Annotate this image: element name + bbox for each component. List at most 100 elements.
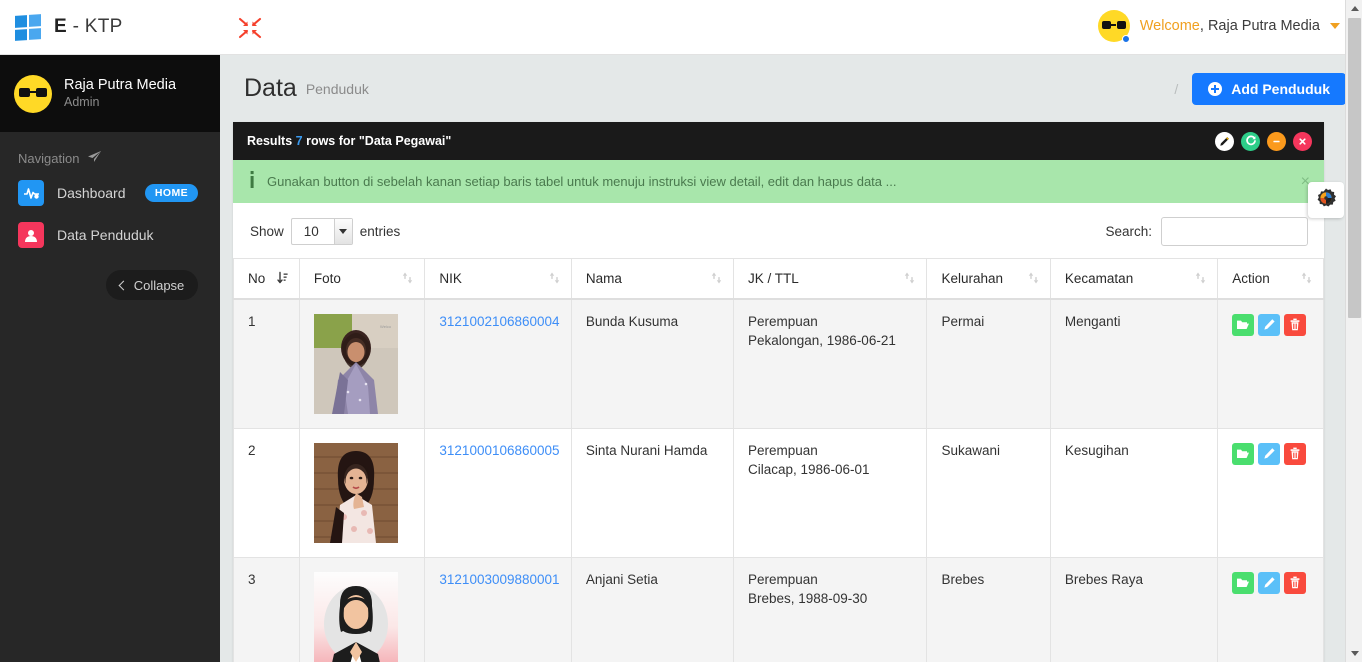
chevron-left-icon [118,280,129,290]
page-header: Data Penduduk / Add Penduduk [220,55,1362,122]
column-header-no[interactable]: No [233,258,300,300]
page-subtitle: Penduduk [305,80,369,97]
column-header-nik[interactable]: NIK [424,258,572,300]
sidebar-user-name: Raja Putra Media [64,77,177,93]
edit-button[interactable] [1258,313,1281,336]
panel-close-tool[interactable] [1293,131,1312,151]
column-label-action: Action [1232,270,1270,286]
sidebar-user-role: Admin [64,95,100,109]
search-input[interactable] [1161,217,1308,246]
panel-title-prefix: Results [247,134,293,148]
column-header-kelurahan[interactable]: Kelurahan [926,258,1051,300]
sidebar-collapse-button[interactable]: Collapse [106,270,198,300]
panel-title: Results 7 rows for "Data Pegawai" [247,134,451,148]
welcome-username: Raja Putra Media [1207,18,1320,34]
show-label: Show [250,224,284,239]
entries-label: entries [359,224,401,239]
sidebar: Raja Putra Media Admin Navigation Dashbo… [0,55,220,662]
sidebar-collapse-label: Collapse [133,277,185,293]
scrollbar-thumb[interactable] [1348,18,1361,318]
cell-kecamatan: Brebes Raya [1049,556,1219,662]
column-header-jk-ttl[interactable]: JK / TTL [732,258,928,300]
user-menu[interactable]: Welcome, Raja Putra Media [1097,10,1340,43]
delete-button[interactable] [1284,442,1307,465]
cell-no: 1 [233,298,300,429]
scroll-down-button[interactable] [1346,645,1362,662]
panel-refresh-tool[interactable] [1241,131,1260,151]
view-detail-button[interactable] [1232,442,1255,465]
data-table: No Foto NIK Nama JK / TTL Kelurahan Keca… [233,258,1324,662]
cell-foto: Welco [298,298,426,429]
info-icon [249,170,261,193]
nik-link[interactable]: 3121003009880001 [439,572,559,587]
scroll-up-button[interactable] [1346,0,1362,17]
breadcrumb: / [1174,80,1179,97]
table-row[interactable]: 3 3121003009880001 Anjani Setia Perempua… [233,556,1324,662]
paper-plane-icon [87,150,102,166]
navigation-section-label: Navigation [0,132,220,176]
cell-foto [298,427,426,558]
vertical-scrollbar[interactable] [1345,0,1362,662]
photo-woman-floral [313,442,415,543]
column-label-nik: NIK [439,270,462,286]
panel-minimize-tool[interactable] [1267,131,1286,151]
cell-kelurahan: Brebes [926,556,1051,662]
cell-jk: Perempuan [747,313,818,329]
cell-nama: Bunda Kusuma [570,298,734,429]
panel-edit-tool[interactable] [1215,131,1234,151]
sidebar-item-dashboard[interactable]: Dashboard HOME [0,176,220,210]
edit-button[interactable] [1258,571,1281,594]
column-header-action[interactable]: Action [1217,258,1324,300]
column-header-kecamatan[interactable]: Kecamatan [1049,258,1219,300]
user-card-icon [18,222,44,248]
info-alert: Gunakan button di sebelah kanan setiap b… [233,160,1324,203]
sidebar-badge-home: HOME [144,184,198,202]
brand-logo-area[interactable]: E - KTP [0,13,220,41]
cell-nama: Anjani Setia [570,556,734,662]
chevron-down-icon[interactable] [333,219,352,244]
chevron-down-icon[interactable] [1330,23,1340,30]
plus-circle-icon [1208,81,1223,96]
cell-jk: Perempuan [747,571,818,587]
sidebar-user-card[interactable]: Raja Putra Media Admin [0,55,220,132]
nik-link[interactable]: 3121000106860005 [439,443,559,458]
page-length-select[interactable]: 10 [290,218,353,245]
cell-jk-ttl: Perempuan Pekalongan, 1986-06-21 [732,298,928,429]
delete-button[interactable] [1284,571,1307,594]
delete-button[interactable] [1284,313,1307,336]
nik-link[interactable]: 3121002106860004 [439,314,559,329]
sort-both-icon [711,272,722,285]
app-title-rest: - KTP [72,16,123,37]
welcome-label: Welcome [1139,18,1200,34]
table-row[interactable]: 2 3121000106860005 Sinta Nurani Hamda Pe… [233,427,1324,558]
column-header-nama[interactable]: Nama [570,258,734,300]
column-label-foto: Foto [313,270,341,286]
cell-jk: Perempuan [747,442,818,458]
sidebar-item-label-dashboard: Dashboard [57,185,126,201]
cell-kecamatan: Menganti [1049,298,1219,429]
cell-ttl: Cilacap, 1986-06-01 [747,461,870,477]
table-controls: Show 10 entries Search: [233,203,1324,258]
settings-tab-button[interactable] [1308,182,1344,218]
edit-button[interactable] [1258,442,1281,465]
app-title: E - KTP [54,16,123,38]
info-alert-text: Gunakan button di sebelah kanan setiap b… [267,174,897,189]
sort-both-icon [549,272,560,285]
table-row[interactable]: 1 Welco 3121002106860004 Bunda Kusuma Pe… [233,298,1324,429]
column-header-foto[interactable]: Foto [298,258,426,300]
add-penduduk-button[interactable]: Add Penduduk [1192,72,1346,105]
gear-icon [1315,187,1337,214]
search-label: Search: [1105,224,1152,239]
view-detail-button[interactable] [1232,313,1255,336]
cell-no: 3 [233,556,300,662]
app-root: E - KTP Welcome, Raja Putra Media Raja P… [0,0,1362,662]
photo-avatar-placeholder [313,571,415,662]
view-detail-button[interactable] [1232,571,1255,594]
cell-ttl: Pekalongan, 1986-06-21 [747,332,896,348]
search-control: Search: [1105,217,1308,246]
collapse-arrows-icon[interactable] [238,17,262,39]
cell-action [1217,298,1324,429]
sidebar-item-data-penduduk[interactable]: Data Penduduk [0,218,220,252]
page-length-control: Show 10 entries [250,218,400,245]
column-label-no: No [248,270,266,286]
